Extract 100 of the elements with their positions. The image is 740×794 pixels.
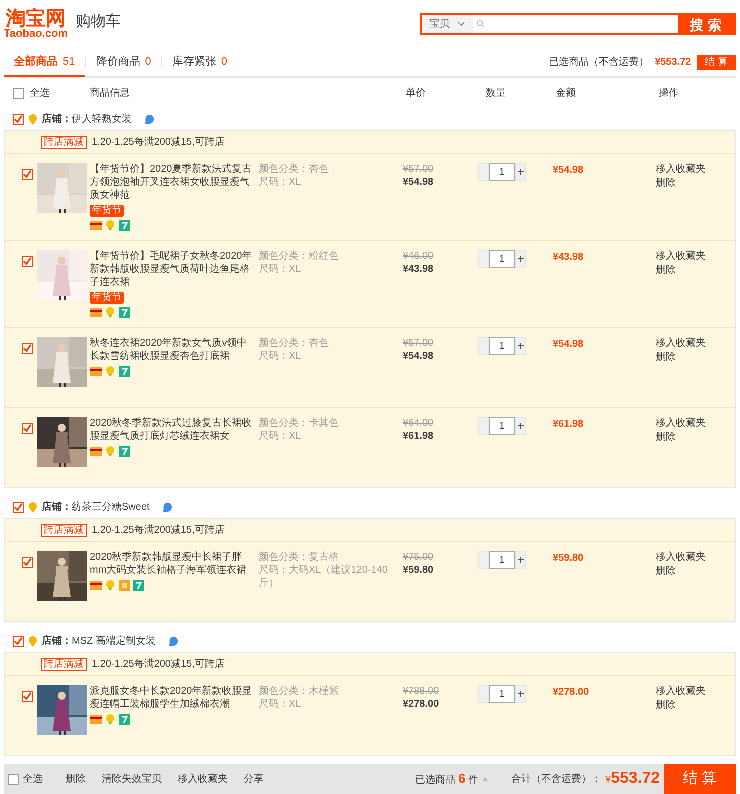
amount: ¥54.98 [553,339,584,350]
quantity-field[interactable]: 1 [489,685,515,703]
action-link[interactable]: 删除 [656,565,706,579]
medal-icon [105,446,116,457]
tab[interactable]: 库存紧张 0 [162,49,238,77]
increase-button[interactable] [515,685,526,703]
checkbox[interactable] [22,557,33,568]
original-price: ¥64.00 [403,417,435,430]
increase-button[interactable] [515,250,526,268]
checkbox[interactable] [13,88,24,98]
spec-text: 尺码：大码XL（建议120-140斤） [259,564,389,590]
column-header: 金额 [556,86,577,100]
medal-icon [28,636,38,646]
original-price: ¥75.00 [403,551,435,564]
chat-icon[interactable] [144,114,155,124]
card-icon [90,308,102,317]
product-title[interactable]: 【年货节价】2020夏季新款法式复古方领泡泡袖开叉连衣裙女收腰显瘦气质女神范 [90,163,255,202]
seven-day-icon [119,366,130,377]
action-link[interactable]: 删除 [656,699,706,713]
footer-link[interactable]: 删除 [66,772,86,786]
shop-name[interactable]: 店铺：伊人轻熟女装 [42,112,132,126]
promo-badge: 跨店满减 [41,136,87,148]
shop-name[interactable]: 店铺：纺茶三分糖Sweet [42,500,150,514]
quantity-field[interactable]: 1 [489,417,515,435]
action-link[interactable]: 移入收藏夹 [656,685,706,699]
product-title[interactable]: 派克服女冬中长款2020年新款收腰显瘦连帽工装棉服学生加绒棉衣潮 [90,685,255,711]
amount: ¥59.80 [553,553,584,564]
action-link[interactable]: 删除 [656,264,706,278]
spec-text: 尺码：XL [259,430,302,443]
chat-icon[interactable] [168,636,179,646]
column-header: 操作 [659,86,679,100]
column-header: 数量 [486,86,507,100]
action-link[interactable]: 移入收藏夹 [656,417,706,431]
amount: ¥54.98 [553,165,584,176]
quantity-field[interactable]: 1 [489,551,515,569]
quantity-field[interactable]: 1 [489,163,515,181]
action-link[interactable]: 删除 [656,431,706,445]
page-title: 购物车 [76,12,121,32]
plus-icon [518,169,524,175]
unit-price: ¥43.98 [403,263,435,276]
select-all-label: 全选 [30,86,50,100]
checkbox[interactable] [8,774,19,784]
spec-text: 颜色分类：杏色 [259,163,330,176]
footer-link[interactable]: 清除失效宝贝 [102,772,162,786]
action-link[interactable]: 删除 [656,177,706,191]
card-icon [90,367,102,376]
action-link[interactable]: 移入收藏夹 [656,551,706,565]
checkbox[interactable] [22,691,33,702]
action-link[interactable]: 移入收藏夹 [656,163,706,177]
amount: ¥43.98 [553,252,584,263]
unit-price: ¥61.98 [403,430,435,443]
checkbox[interactable] [13,114,24,124]
badge-icon [119,580,130,591]
checkbox[interactable] [22,256,33,267]
chevron-icon [458,22,465,26]
original-price: ¥46.00 [403,250,435,263]
product-title[interactable]: 2020秋季新款韩版显瘦中长裙子胖mm大码女装长袖格子海军领连衣裙 [90,551,255,577]
promo-tag: 年货节 [90,205,124,217]
plus-icon [518,256,524,262]
product-title[interactable]: 2020秋冬季新款法式过膝复古长裙收腰显瘦气质打底灯芯绒连衣裙女 [90,417,255,443]
original-price: ¥57.00 [403,163,435,176]
checkbox[interactable] [13,502,24,512]
card-icon [90,715,102,724]
plus-icon [518,343,524,349]
column-header: 单价 [406,86,427,100]
increase-button[interactable] [515,163,526,181]
selected-summary: 已选商品（不含运费） [549,56,650,70]
tab[interactable]: 降价商品 0 [86,49,162,77]
checkbox[interactable] [22,343,33,354]
quantity-field[interactable]: 1 [489,250,515,268]
card-icon [90,581,102,590]
increase-button[interactable] [515,551,526,569]
footer-link[interactable]: 移入收藏夹 [178,772,228,786]
spec-text: 尺码：XL [259,263,302,276]
search-icon [477,20,485,28]
product-title[interactable]: 【年货节价】毛呢裙子女秋冬2020年新款韩版收腰显瘦气质荷叶边鱼尾格子连衣裙 [90,250,255,289]
increase-button[interactable] [515,417,526,435]
product-title[interactable]: 秋冬连衣裙2020年新款女气质v领中长款雪纺裙收腰显瘦杏色打底裙 [90,337,255,363]
spec-text: 尺码：XL [259,698,302,711]
quantity-field[interactable]: 1 [489,337,515,355]
action-link[interactable]: 移入收藏夹 [656,337,706,351]
increase-button[interactable] [515,337,526,355]
checkbox[interactable] [22,169,33,180]
action-link[interactable]: 移入收藏夹 [656,250,706,264]
card-icon [90,447,102,456]
checkbox[interactable] [13,636,24,646]
chat-icon[interactable] [162,502,173,512]
promo-text: 1.20-1.25每满200减15,可跨店 [92,658,225,672]
unit-price: ¥54.98 [403,350,435,363]
footer-link[interactable]: 分享 [244,772,264,786]
action-link[interactable]: 删除 [656,351,706,365]
spec-text: 颜色分类：卡其色 [259,417,340,430]
promo-tag: 年货节 [90,292,124,304]
plus-icon [518,557,524,563]
promo-text: 1.20-1.25每满200减15,可跨店 [92,136,225,150]
seven-day-icon [119,307,130,318]
shop-name[interactable]: 店铺：MSZ 高端定制女装 [42,634,156,648]
category-dropdown[interactable]: 宝贝 [422,15,473,33]
seven-day-icon [119,220,130,231]
checkbox[interactable] [22,423,33,434]
